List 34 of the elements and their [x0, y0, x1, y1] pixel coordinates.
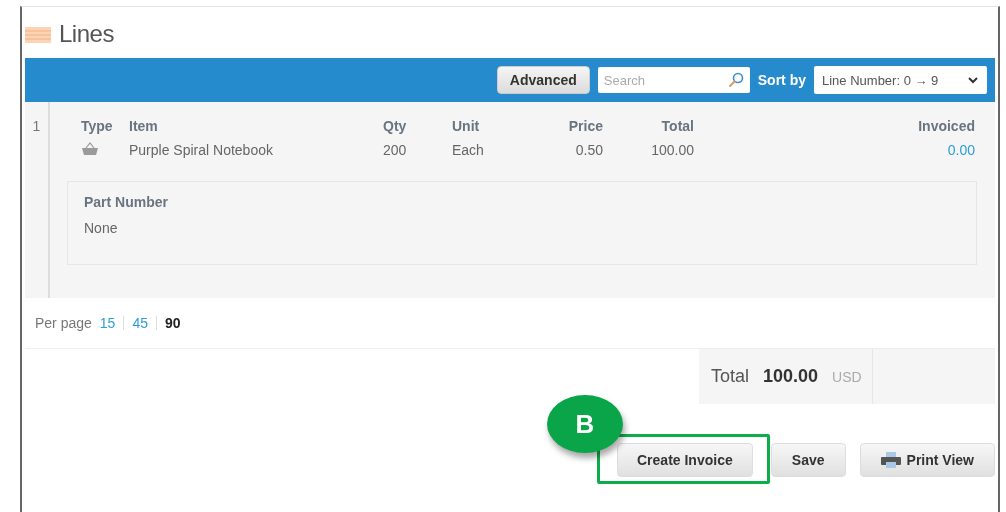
search-field[interactable]: Search [597, 67, 750, 93]
currency-label: USD [832, 368, 862, 385]
table-cell-text: 100.00 [650, 142, 694, 159]
per-page-label: Per page [35, 315, 92, 331]
column-header: Price [567, 118, 603, 134]
column-header: Item [129, 118, 159, 134]
table-cell-text: Each [452, 142, 485, 159]
lines-icon [25, 26, 51, 43]
table-cell-text: 0.50 [574, 142, 603, 159]
advanced-button[interactable]: Advanced [496, 66, 590, 94]
action-button[interactable]: Create Invoice [616, 443, 753, 477]
total-label: Total [711, 366, 750, 387]
action-button[interactable]: Save [770, 443, 846, 477]
column-header: Unit [452, 118, 481, 134]
line-number: 1 [32, 118, 41, 134]
step-badge: B [546, 395, 623, 453]
sort-label: Sort by [757, 72, 806, 88]
column-header: Type [80, 118, 114, 134]
total-amount: 100.00 [763, 366, 819, 387]
print-view-button[interactable]: Print View [859, 443, 995, 477]
search-icon [727, 72, 744, 88]
table-cell-text: Purple Spiral Notebook [129, 142, 274, 159]
detail-value: None [84, 220, 119, 236]
column-header: Total [660, 118, 694, 134]
section-title: Lines [59, 19, 114, 48]
detail-label: Part Number [84, 194, 170, 210]
column-header: Qty [383, 118, 408, 134]
chevron-icon [967, 76, 979, 84]
basket-icon [81, 142, 99, 156]
table-cell-text: 200 [383, 142, 408, 159]
column-header: Invoiced [917, 118, 975, 134]
printer-icon [880, 452, 901, 468]
page-size-option[interactable]: 90 [165, 315, 181, 331]
sort-dropdown[interactable]: Line Number: 0 → 9 [814, 66, 987, 94]
